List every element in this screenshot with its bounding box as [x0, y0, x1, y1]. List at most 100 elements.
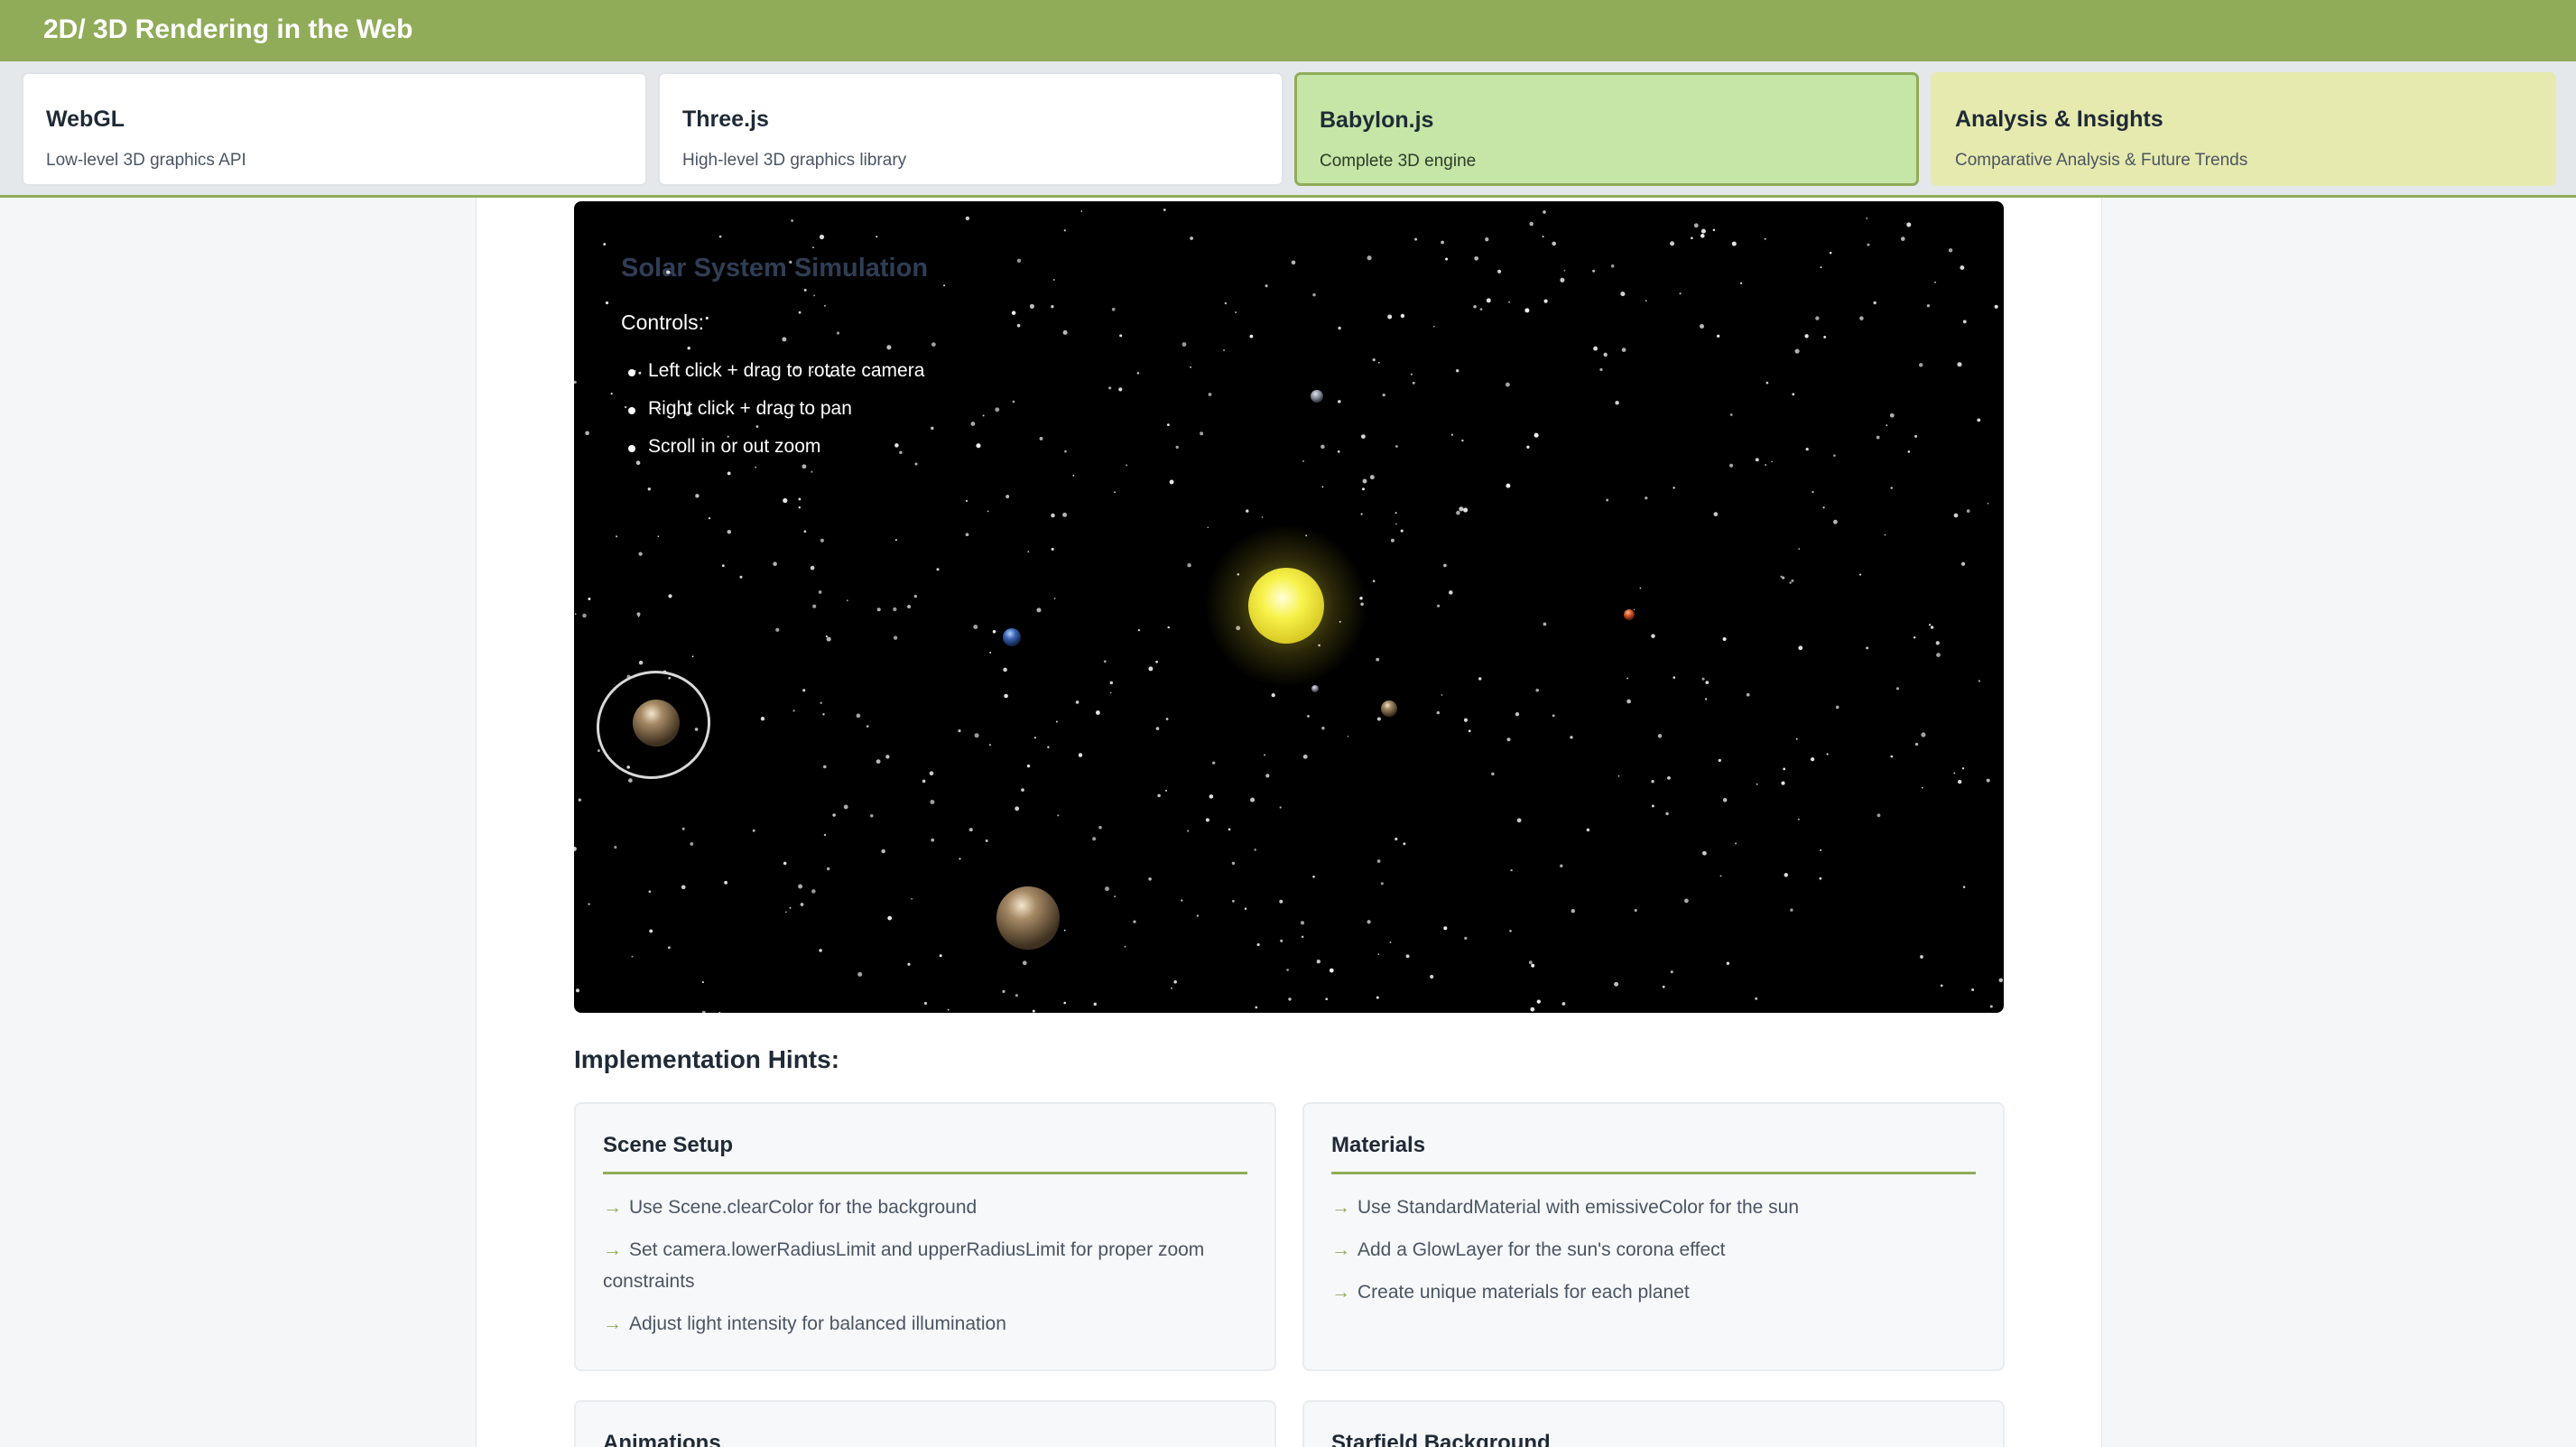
star [1026, 764, 1031, 768]
star [1528, 960, 1533, 965]
star [1657, 734, 1663, 738]
star [1823, 335, 1827, 339]
star [922, 779, 926, 784]
star [1771, 460, 1773, 463]
star [1133, 920, 1136, 923]
star [1497, 269, 1502, 274]
star [913, 594, 917, 598]
star [1826, 753, 1829, 756]
hint-list: → Use StandardMaterial with emissiveColor… [1331, 1192, 1976, 1319]
star [1003, 667, 1007, 672]
tab-babylonjs[interactable]: Babylon.js Complete 3D engine [1294, 72, 1919, 186]
star [1118, 387, 1123, 392]
star [718, 235, 722, 238]
star [1307, 715, 1310, 718]
star [1797, 818, 1800, 821]
star [1764, 237, 1766, 240]
star [1302, 460, 1304, 462]
star [1542, 236, 1544, 238]
star [1012, 400, 1015, 403]
star [1372, 580, 1376, 583]
star [1163, 209, 1166, 211]
star [1960, 265, 1965, 270]
app-header: 2D/ 3D Rendering in the Web [0, 0, 2576, 61]
hint-item: → Use Scene.clearColor for the background [603, 1192, 1247, 1223]
star [1620, 292, 1626, 297]
star [965, 216, 970, 221]
star [784, 911, 787, 914]
star [1531, 963, 1535, 968]
star [1108, 386, 1112, 390]
star [1718, 758, 1721, 763]
star [1914, 742, 1919, 747]
star [597, 749, 600, 753]
planet-small-brown [1381, 700, 1397, 717]
star [691, 655, 694, 658]
star [1063, 1001, 1066, 1005]
hint-item: → Set camera.lowerRadiusLimit and upperRa… [603, 1234, 1247, 1297]
star [1617, 775, 1620, 777]
planet-gray [1311, 390, 1323, 403]
star [1526, 445, 1530, 449]
star [1474, 255, 1479, 261]
star [1441, 694, 1443, 696]
star [1928, 623, 1932, 626]
star [1369, 475, 1375, 480]
tab-threejs[interactable]: Three.js High-level 3D graphics library [658, 72, 1283, 186]
star [1169, 479, 1174, 485]
simulation-overlay: Solar System Simulation Controls: Left c… [621, 254, 928, 474]
star [1506, 483, 1511, 488]
star [1791, 579, 1794, 582]
star [1621, 348, 1626, 352]
hint-text: Adjust light intensity for balanced illu… [629, 1313, 1006, 1334]
star [1833, 454, 1836, 457]
star [1367, 920, 1371, 924]
star [574, 846, 577, 851]
star [1171, 987, 1172, 989]
star [1934, 281, 1936, 283]
star [1376, 657, 1380, 662]
star [1819, 877, 1822, 880]
star [588, 598, 591, 600]
star [1051, 513, 1055, 518]
star [1987, 502, 1989, 505]
star [1940, 984, 1943, 988]
star [1473, 305, 1477, 309]
star [870, 814, 874, 818]
star [1265, 774, 1270, 778]
star [1181, 342, 1187, 347]
star [1858, 573, 1862, 576]
star [681, 827, 685, 830]
star [1508, 301, 1510, 303]
star [1459, 506, 1464, 512]
star [856, 713, 861, 719]
hint-text: Use Scene.clearColor for the background [629, 1197, 978, 1218]
star [1400, 313, 1405, 319]
tab-webgl[interactable]: WebGL Low-level 3D graphics API [22, 72, 647, 186]
star [1884, 533, 1886, 536]
star [1016, 323, 1021, 328]
tab-subtitle: Comparative Analysis & Future Trends [1955, 151, 2248, 170]
hint-text: Use StandardMaterial with emissiveColor … [1357, 1197, 1800, 1218]
star [648, 890, 652, 894]
star [1011, 311, 1016, 315]
star [1866, 646, 1869, 650]
star [1606, 498, 1609, 502]
star [1347, 735, 1349, 737]
star [1109, 691, 1112, 694]
star [1815, 316, 1820, 320]
tab-analysis-insights[interactable]: Analysis & Insights Comparative Analysis… [1931, 72, 2556, 186]
star [1004, 693, 1008, 699]
arrow-right-icon: → [603, 1239, 622, 1260]
star [667, 946, 671, 950]
star [811, 889, 816, 894]
hint-card-animations: Animations [574, 1400, 1276, 1447]
star [1820, 849, 1822, 851]
tab-subtitle: High-level 3D graphics library [682, 151, 907, 170]
star [1810, 756, 1815, 762]
star [1615, 400, 1619, 405]
star [823, 833, 827, 837]
render-canvas[interactable]: Solar System Simulation Controls: Left c… [574, 201, 2004, 1013]
star [1731, 241, 1737, 246]
star [1599, 367, 1603, 372]
